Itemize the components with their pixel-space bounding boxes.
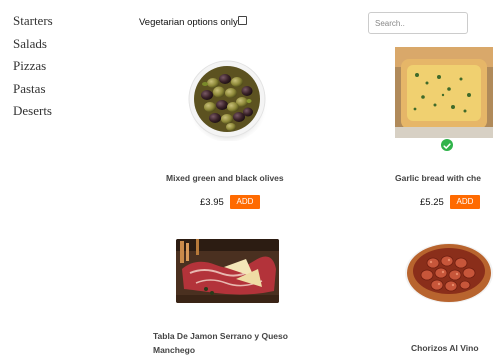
- sidebar-item-pastas[interactable]: Pastas: [13, 78, 123, 101]
- product-name: Mixed green and black olives: [166, 173, 284, 183]
- product-image-garlic-bread: [395, 47, 493, 138]
- sidebar-item-starters[interactable]: Starters: [13, 10, 123, 33]
- sidebar-item-pizzas[interactable]: Pizzas: [13, 55, 123, 78]
- add-to-cart-button[interactable]: ADD: [230, 195, 260, 209]
- product-price: £3.95: [200, 197, 224, 208]
- product-price: £5.25: [420, 197, 444, 208]
- product-image-chorizos: [403, 239, 493, 305]
- category-sidebar: Starters Salads Pizzas Pastas Deserts: [13, 10, 123, 123]
- sidebar-item-deserts[interactable]: Deserts: [13, 100, 123, 123]
- sidebar-item-salads[interactable]: Salads: [13, 33, 123, 56]
- product-image-olives: [185, 57, 269, 141]
- product-image-jamon: [176, 239, 279, 303]
- product-name: Garlic bread with che: [395, 173, 481, 183]
- vegetarian-filter[interactable]: Vegetarian options only: [139, 16, 247, 28]
- vegetarian-filter-label: Vegetarian options only: [139, 17, 238, 28]
- add-to-cart-button[interactable]: ADD: [450, 195, 480, 209]
- vegetarian-checkbox[interactable]: [237, 16, 247, 25]
- product-name: Tabla De Jamon Serrano y Queso Manchego: [153, 331, 288, 355]
- check-icon: [441, 139, 453, 151]
- search-input[interactable]: [368, 12, 468, 34]
- product-name: Chorizos Al Vino: [411, 343, 479, 353]
